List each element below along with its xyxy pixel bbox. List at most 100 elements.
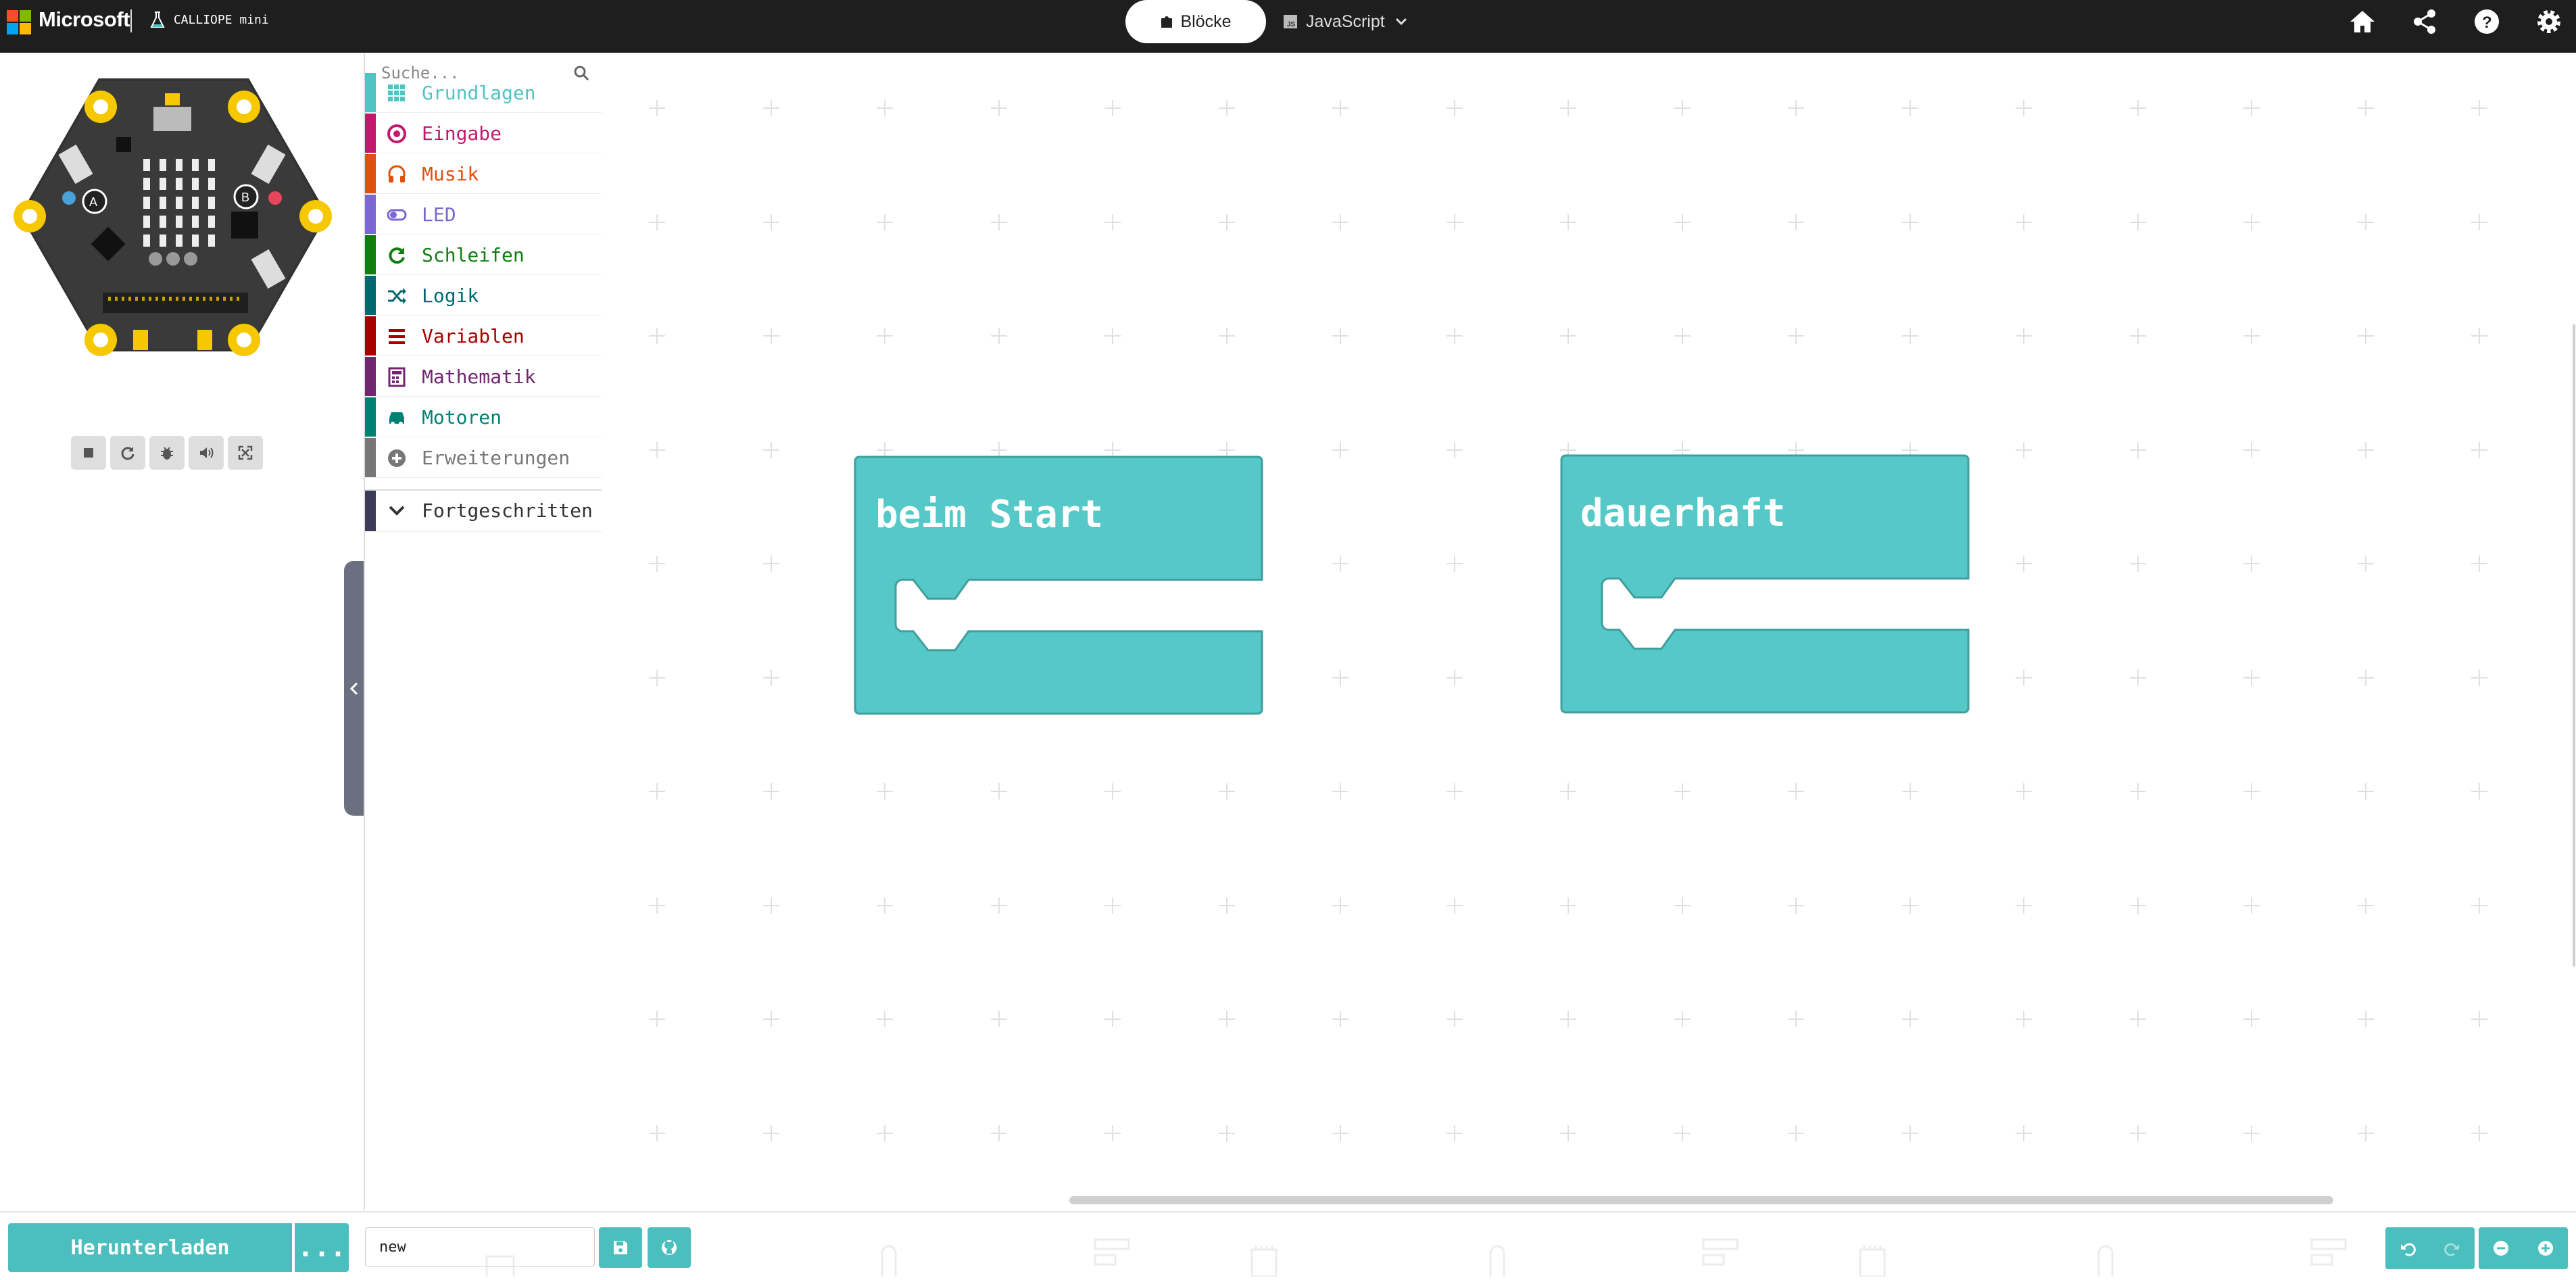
grid-plus-icon [649,669,665,686]
category-label: Variablen [422,325,525,347]
product-logo[interactable]: CALLIOPE mini [149,11,269,30]
grid-plus-icon [2243,783,2260,799]
grid-plus-icon [1901,328,1918,344]
grid-plus-icon [762,556,779,572]
grid-plus-icon [649,214,665,230]
grid-plus-icon [2471,328,2487,344]
zoom-in-icon [2538,1241,2553,1256]
grid-plus-icon [2471,1011,2487,1027]
grid-plus-icon [990,328,1007,344]
block-forever[interactable]: dauerhaft [1560,454,1971,723]
horizontal-scrollbar[interactable] [1069,1196,2333,1204]
grid-plus-icon [2357,214,2374,230]
toolbox-category-11[interactable]: Fortgeschritten [365,489,602,532]
toolbox-category-9[interactable]: Motoren [365,397,602,437]
redo-icon [2444,1243,2459,1256]
grid-plus-icon [762,897,779,914]
grid-plus-icon [2357,897,2374,914]
category-label: Schleifen [422,244,525,266]
zoom-in-button[interactable] [2523,1227,2568,1269]
stop-button[interactable] [71,436,106,470]
debug-button[interactable] [149,436,185,470]
category-color-bar [365,316,376,355]
grid-plus-icon [2357,1011,2374,1027]
toolbox-category-3[interactable]: Musik [365,154,602,194]
sound-button[interactable] [189,436,224,470]
zoom-out-button[interactable] [2479,1227,2523,1269]
download-more-button[interactable]: ... [295,1223,349,1272]
grid-plus-icon [2243,556,2260,572]
grid-plus-icon [1788,214,1804,230]
grid-plus-icon [1218,783,1235,799]
chevron-down-icon[interactable] [1393,14,1409,30]
grid-plus-icon [1560,1011,1576,1027]
zoom-group [2479,1227,2568,1269]
redo-button[interactable] [2430,1227,2475,1269]
grid-plus-icon [1674,100,1691,116]
settings-icon[interactable] [2534,7,2564,36]
grid-plus-icon [2243,1125,2260,1141]
help-icon[interactable]: ? [2472,7,2502,36]
grid-plus-icon [877,783,893,799]
toolbox-category-8[interactable]: Mathematik [365,357,602,397]
vertical-scrollbar[interactable] [2573,324,2575,966]
grid-plus-icon [2357,1125,2374,1141]
tab-javascript[interactable]: JS JavaScript [1283,0,1409,43]
grid-plus-icon [1332,328,1348,344]
grid-plus-icon [877,100,893,116]
block-on-start[interactable]: beim Start [854,456,1265,724]
grid-plus-icon [762,214,779,230]
share-icon[interactable] [2410,7,2439,36]
grid-plus-icon [762,328,779,344]
toolbox-category-2[interactable]: Eingabe [365,114,602,153]
grid-plus-icon [990,783,1007,799]
grid-plus-icon [762,783,779,799]
flask-icon [150,11,165,28]
grid-plus-icon [2129,897,2146,914]
grid-plus-icon [1446,783,1463,799]
grid-plus-icon [1332,1125,1348,1141]
save-button[interactable] [599,1227,642,1268]
grid-plus-icon [1788,328,1804,344]
grid-plus-icon [1104,897,1121,914]
blocks-workspace[interactable]: beim Start dauerhaft [602,53,2576,1210]
tab-javascript-label: JavaScript [1306,11,1385,31]
grid-plus-icon [1560,1125,1576,1141]
toggle-icon [387,209,407,221]
toolbox-category-4[interactable]: LED [365,195,602,235]
collapse-simulator-button[interactable] [344,561,364,816]
category-color-bar [365,397,376,437]
category-label: Eingabe [422,122,502,145]
grid-plus-icon [1332,441,1348,458]
grid-plus-icon [2129,669,2146,686]
github-button[interactable] [648,1227,691,1268]
toolbox-category-1[interactable]: Grundlagen [365,73,602,113]
grid-plus-icon [1104,328,1121,344]
grid-plus-icon [1218,1125,1235,1141]
grid-plus-icon [1332,1011,1348,1027]
toolbox-category-6[interactable]: Logik [365,276,602,316]
restart-button[interactable] [110,436,145,470]
grid-plus-icon [2129,441,2146,458]
category-color-bar [365,114,376,153]
category-color-bar [365,276,376,315]
fullscreen-button[interactable] [228,436,263,470]
download-button[interactable]: Herunterladen [8,1223,292,1272]
grid-plus-icon [2129,328,2146,344]
grid-plus-icon [1788,1011,1804,1027]
grid-plus-icon [1446,897,1463,914]
grid-plus-icon [2243,441,2260,458]
grid-plus-icon [2016,441,2032,458]
grid-plus-icon [649,100,665,116]
tab-blocks[interactable]: Blöcke [1125,0,1266,43]
category-label: LED [422,203,456,226]
ghost-chip-icon [1859,1246,1886,1277]
calliope-board[interactable]: A B [8,70,337,363]
grid-plus-icon [1104,783,1121,799]
toolbox-category-10[interactable]: Erweiterungen [365,438,602,478]
toolbox-category-7[interactable]: Variablen [365,316,602,356]
home-icon[interactable] [2348,7,2377,36]
undo-button[interactable] [2385,1227,2430,1269]
toolbox-category-5[interactable]: Schleifen [365,235,602,275]
microsoft-logo-icon [7,10,31,34]
